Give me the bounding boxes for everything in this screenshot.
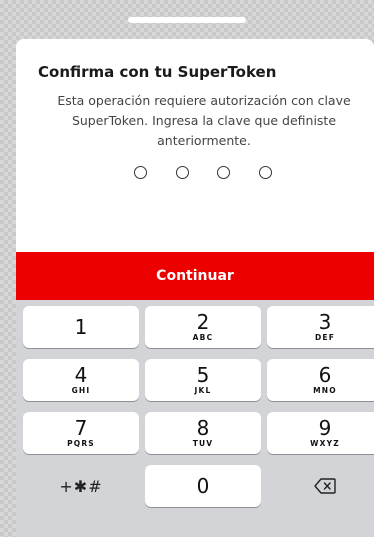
- pin-dot: [217, 166, 231, 179]
- delete-key[interactable]: [267, 465, 374, 507]
- key-digit: 8: [196, 416, 210, 440]
- supertoken-sheet: Confirma con tu SuperToken Esta operació…: [16, 39, 374, 537]
- key-9[interactable]: 9 WXYZ: [267, 412, 374, 454]
- key-1[interactable]: 1: [23, 306, 139, 348]
- key-digit: 1: [74, 315, 88, 339]
- key-digit: 3: [318, 310, 332, 334]
- key-7[interactable]: 7 PQRS: [23, 412, 139, 454]
- key-3[interactable]: 3 DEF: [267, 306, 374, 348]
- pin-dot: [134, 166, 147, 179]
- key-digit: 5: [196, 363, 210, 387]
- key-8[interactable]: 8 TUV: [145, 412, 261, 454]
- page-title: Confirma con tu SuperToken: [38, 63, 277, 81]
- description-text: Esta operación requiere autorización con…: [57, 93, 351, 148]
- key-letters: WXYZ: [310, 439, 340, 448]
- pin-dot: [258, 166, 272, 179]
- numeric-keypad: 1 2 ABC 3 DEF 4 GHI 5 JKL 6 MNO 7 PQRS 8…: [16, 300, 374, 537]
- backspace-icon: [314, 478, 336, 494]
- key-digit: 0: [196, 474, 210, 498]
- key-digit: 2: [196, 310, 210, 334]
- key-digit: 9: [318, 416, 332, 440]
- key-6[interactable]: 6 MNO: [267, 359, 374, 401]
- key-letters: GHI: [71, 386, 91, 395]
- key-symbols[interactable]: +✱#: [23, 465, 139, 507]
- key-letters: JKL: [194, 386, 212, 395]
- pin-indicator[interactable]: [134, 166, 272, 182]
- key-0[interactable]: 0: [145, 465, 261, 507]
- symbols-label: +✱#: [59, 476, 103, 496]
- key-letters: ABC: [192, 333, 214, 342]
- key-2[interactable]: 2 ABC: [145, 306, 261, 348]
- key-digit: 7: [74, 416, 88, 440]
- pin-dot: [175, 166, 189, 179]
- key-digit: 6: [318, 363, 332, 387]
- key-letters: MNO: [313, 386, 337, 395]
- key-4[interactable]: 4 GHI: [23, 359, 139, 401]
- key-5[interactable]: 5 JKL: [145, 359, 261, 401]
- key-letters: PQRS: [67, 439, 95, 448]
- continue-button[interactable]: Continuar: [16, 252, 374, 300]
- key-digit: 4: [74, 363, 88, 387]
- key-letters: DEF: [314, 333, 336, 342]
- key-letters: TUV: [192, 439, 214, 448]
- sheet-grabber[interactable]: [128, 17, 246, 23]
